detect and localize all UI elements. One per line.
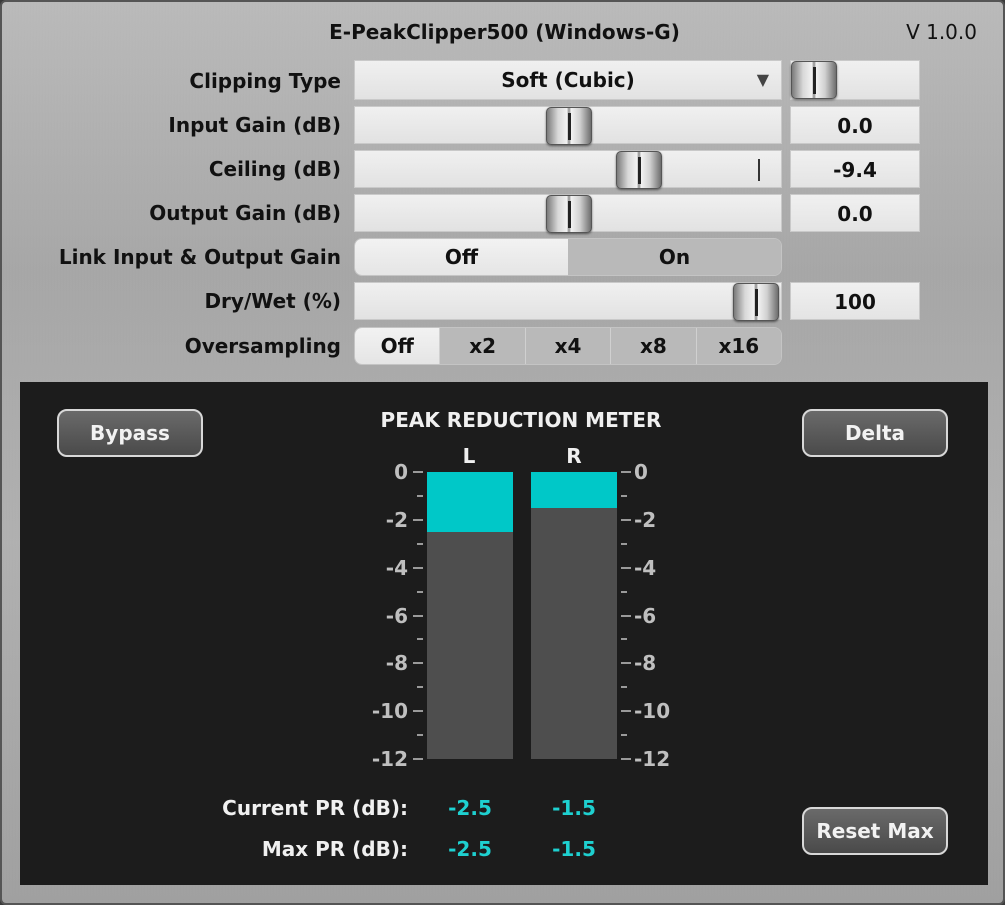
dry-wet-slider[interactable] — [354, 282, 782, 321]
scale-tick — [413, 566, 423, 569]
meter-bar-right — [531, 472, 617, 759]
output-gain-slider-thumb[interactable] — [546, 195, 592, 233]
delta-button[interactable]: Delta — [802, 409, 948, 457]
scale-tick — [621, 471, 631, 473]
scale-tick — [621, 590, 627, 593]
scale-label-left: -12 — [371, 747, 408, 771]
oversampling-x8[interactable]: x8 — [610, 328, 696, 364]
plugin-title: E-PeakClipper500 (Windows-G) — [329, 20, 680, 44]
plugin-window: E-PeakClipper500 (Windows-G) V 1.0.0 Cli… — [0, 0, 1005, 905]
scale-label-right: -4 — [634, 555, 657, 580]
scale-tick — [417, 542, 423, 545]
scale-label-left: -8 — [385, 651, 408, 676]
scale-tick — [621, 518, 631, 521]
ceiling-slider[interactable] — [354, 150, 782, 189]
scale-tick — [417, 638, 423, 641]
scale-label-left: -4 — [385, 555, 408, 580]
scale-tick — [417, 734, 423, 737]
ceiling-marker — [758, 159, 760, 181]
scale-label-right: -2 — [634, 507, 657, 532]
channel-label-left: L — [462, 444, 476, 468]
clipping-type-slider-thumb[interactable] — [791, 61, 837, 99]
output-gain-slider[interactable] — [354, 194, 782, 233]
oversampling-off[interactable]: Off — [355, 328, 440, 364]
scale-tick — [413, 662, 423, 665]
scale-tick — [621, 542, 627, 545]
reset-max-button[interactable]: Reset Max — [802, 807, 948, 855]
scale-tick — [621, 662, 631, 665]
scale-tick — [621, 710, 631, 713]
scale-label-left: -10 — [371, 699, 408, 724]
current-pr-label: Current PR (dB): — [222, 796, 408, 820]
scale-label-left: 0 — [394, 460, 408, 484]
link-gain-toggle[interactable]: Off On — [354, 238, 782, 276]
link-on-option[interactable]: On — [568, 239, 781, 275]
scale-tick — [413, 518, 423, 521]
clipping-type-value: Soft (Cubic) — [501, 68, 635, 92]
scale-tick — [413, 710, 423, 713]
scale-label-right: -8 — [634, 651, 657, 676]
scale-tick — [621, 734, 627, 737]
meter-panel: Bypass Delta Reset Max PEAK REDUCTION ME… — [20, 382, 988, 885]
input-gain-value[interactable]: 0.0 — [790, 106, 920, 144]
scale-label-left: -6 — [385, 603, 408, 628]
input-gain-slider[interactable] — [354, 106, 782, 145]
oversampling-label: Oversampling — [184, 334, 341, 358]
scale-label-right: -10 — [634, 699, 671, 724]
link-gain-label: Link Input & Output Gain — [58, 245, 341, 269]
ceiling-slider-thumb[interactable] — [616, 151, 662, 189]
oversampling-x4[interactable]: x4 — [524, 328, 611, 364]
max-pr-right: -1.5 — [552, 837, 596, 861]
scale-tick — [621, 566, 631, 569]
scale-tick — [417, 590, 423, 593]
scale-tick — [417, 494, 423, 497]
oversampling-x2[interactable]: x2 — [439, 328, 525, 364]
dropdown-arrow-icon: ▼ — [756, 70, 769, 89]
input-gain-label: Input Gain (dB) — [168, 113, 341, 137]
scale-tick — [417, 686, 423, 689]
scale-tick — [621, 758, 631, 760]
clipping-type-label: Clipping Type — [189, 69, 341, 93]
output-gain-label: Output Gain (dB) — [149, 201, 341, 225]
scale-tick — [621, 686, 627, 689]
bypass-button[interactable]: Bypass — [57, 409, 203, 457]
dry-wet-value[interactable]: 100 — [790, 282, 920, 320]
scale-label-left: -2 — [385, 507, 408, 532]
scale-label-right: -6 — [634, 603, 657, 628]
scale-tick — [413, 614, 423, 617]
scale-tick — [413, 758, 423, 760]
channel-label-right: R — [566, 444, 582, 468]
scale-label-right: -12 — [634, 747, 671, 771]
oversampling-x16[interactable]: x16 — [695, 328, 781, 364]
oversampling-selector[interactable]: Off x2 x4 x8 x16 — [354, 327, 782, 365]
ceiling-label: Ceiling (dB) — [208, 157, 341, 181]
meter-bar-left — [427, 472, 513, 759]
clipping-type-slider[interactable] — [790, 60, 920, 100]
scale-tick — [621, 494, 627, 497]
scale-tick — [621, 638, 627, 641]
version-label: V 1.0.0 — [906, 20, 977, 44]
scale-tick — [621, 614, 631, 617]
dry-wet-slider-thumb[interactable] — [733, 283, 779, 321]
max-pr-left: -2.5 — [448, 837, 492, 861]
clipping-type-dropdown[interactable]: Soft (Cubic) ▼ — [354, 60, 782, 100]
input-gain-slider-thumb[interactable] — [546, 107, 592, 145]
dry-wet-label: Dry/Wet (%) — [204, 289, 341, 313]
current-pr-left: -2.5 — [448, 796, 492, 820]
output-gain-value[interactable]: 0.0 — [790, 194, 920, 232]
meter-fill-left — [427, 472, 513, 532]
max-pr-label: Max PR (dB): — [261, 837, 408, 861]
ceiling-value[interactable]: -9.4 — [790, 150, 920, 188]
meter-fill-right — [531, 472, 617, 508]
scale-label-right: 0 — [634, 460, 648, 484]
current-pr-right: -1.5 — [552, 796, 596, 820]
link-off-option[interactable]: Off — [355, 239, 568, 275]
scale-tick — [413, 471, 423, 473]
meter-title: PEAK REDUCTION METER — [380, 408, 662, 432]
